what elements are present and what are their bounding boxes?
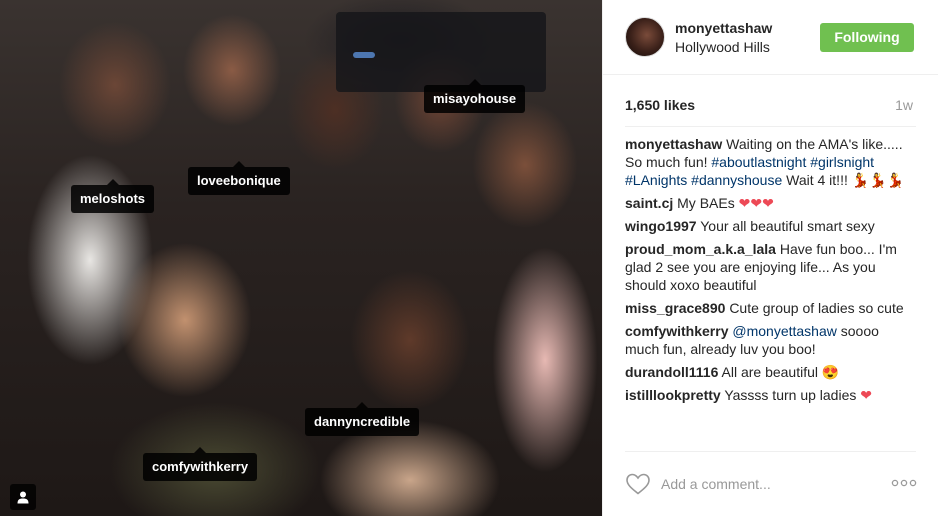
photo-tag-comfywithkerry[interactable]: comfywithkerry bbox=[143, 447, 258, 481]
comment: istilllookpretty Yassss turn up ladies ❤ bbox=[625, 386, 917, 404]
heart-eyes-emoji: 😍 bbox=[821, 364, 840, 380]
comment: durandoll1116 All are beautiful 😍 bbox=[625, 363, 917, 381]
post-time[interactable]: 1w bbox=[895, 97, 913, 113]
comment-text: Your all beautiful smart sexy bbox=[700, 218, 875, 234]
comment-text: Yassss turn up ladies bbox=[724, 387, 857, 403]
tv-light bbox=[353, 52, 375, 58]
comment-username[interactable]: monyettashaw bbox=[625, 136, 722, 152]
photo-tag-misayohouse[interactable]: misayohouse bbox=[424, 79, 526, 113]
comment-text: Cute group of ladies so cute bbox=[729, 300, 904, 316]
comment-text: All are beautiful bbox=[721, 364, 819, 380]
post-header: monyettashaw Hollywood Hills Following bbox=[603, 0, 938, 75]
comment-username[interactable]: durandoll1116 bbox=[625, 364, 718, 380]
comment-username[interactable]: saint.cj bbox=[625, 195, 673, 211]
hashtag-link[interactable]: #dannyshouse bbox=[691, 172, 782, 188]
hashtag-link[interactable]: #aboutlastnight bbox=[711, 154, 806, 170]
comment-username[interactable]: miss_grace890 bbox=[625, 300, 725, 316]
add-comment-input[interactable] bbox=[661, 473, 881, 495]
post-photo[interactable]: misayohouse loveebonique meloshots danny… bbox=[0, 0, 602, 516]
photo-tag-dannyncredible[interactable]: dannyncredible bbox=[305, 402, 420, 436]
header-location[interactable]: Hollywood Hills bbox=[675, 39, 770, 55]
post-sidebar: monyettashaw Hollywood Hills Following 1… bbox=[602, 0, 938, 516]
heart-emoji: ❤❤❤ bbox=[738, 195, 774, 211]
ellipsis-icon[interactable] bbox=[891, 478, 917, 488]
tagged-people-button[interactable] bbox=[10, 484, 36, 510]
comment: proud_mom_a.k.a_lala Have fun boo... I'm… bbox=[625, 240, 917, 294]
heart-emoji: ❤ bbox=[860, 387, 872, 403]
comments-list: monyettashaw Waiting on the AMA's like..… bbox=[625, 135, 917, 450]
avatar[interactable] bbox=[625, 17, 665, 57]
following-button[interactable]: Following bbox=[820, 23, 914, 52]
divider bbox=[625, 126, 916, 127]
hashtag-link[interactable]: #LAnights bbox=[625, 172, 687, 188]
heart-outline-icon[interactable] bbox=[625, 472, 651, 496]
mention-link[interactable]: @monyettashaw bbox=[732, 323, 836, 339]
hashtag-link[interactable]: #girlsnight bbox=[810, 154, 874, 170]
comment-username[interactable]: comfywithkerry bbox=[625, 323, 728, 339]
person-icon bbox=[17, 491, 29, 504]
comment-caption: monyettashaw Waiting on the AMA's like..… bbox=[625, 135, 917, 189]
photo-tag-meloshots[interactable]: meloshots bbox=[71, 179, 155, 213]
comment-text: Wait 4 it!!! 💃💃💃 bbox=[786, 172, 905, 188]
header-username[interactable]: monyettashaw bbox=[675, 20, 772, 36]
comment-username[interactable]: istilllookpretty bbox=[625, 387, 721, 403]
comment: comfywithkerry @monyettashaw soooo much … bbox=[625, 322, 917, 358]
comment-username[interactable]: wingo1997 bbox=[625, 218, 697, 234]
photo-tag-loveebonique[interactable]: loveebonique bbox=[188, 161, 290, 195]
comment: saint.cj My BAEs ❤❤❤ bbox=[625, 194, 917, 212]
comment: wingo1997 Your all beautiful smart sexy bbox=[625, 217, 917, 235]
likes-count[interactable]: 1,650 likes bbox=[625, 97, 695, 113]
comment-footer bbox=[603, 452, 938, 516]
comment: miss_grace890 Cute group of ladies so cu… bbox=[625, 299, 917, 317]
comment-text: My BAEs bbox=[677, 195, 735, 211]
comment-username[interactable]: proud_mom_a.k.a_lala bbox=[625, 241, 776, 257]
